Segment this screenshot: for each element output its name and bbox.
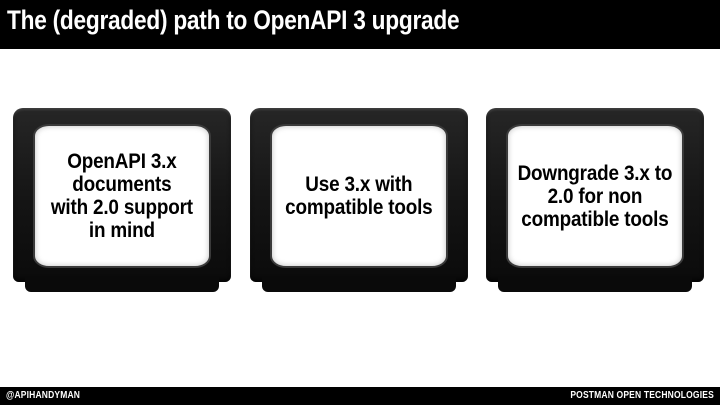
tv-base (498, 276, 692, 292)
footer-bar: @APIHANDYMAN POSTMAN OPEN TECHNOLOGIES (0, 387, 720, 405)
tv-text-line: 2.0 for non (547, 184, 643, 208)
tv-screen-text: Use 3.x with compatible tools (285, 173, 432, 219)
tv-text-line: compatible tools (285, 196, 433, 219)
tv-text-line: in mind (89, 219, 155, 242)
tv-screen-text: OpenAPI 3.x documents with 2.0 support i… (51, 150, 193, 242)
tv-base (25, 276, 219, 292)
tv-card-2: Use 3.x with compatible tools (250, 108, 468, 292)
tv-text-line: Downgrade 3.x to (517, 161, 673, 185)
tv-base (262, 276, 456, 292)
tv-text-line: OpenAPI 3.x (67, 150, 177, 173)
tv-screen-text: Downgrade 3.x to 2.0 for non compatible … (518, 162, 673, 231)
tv-card-3: Downgrade 3.x to 2.0 for non compatible … (486, 108, 704, 292)
tv-text-line: compatible tools (521, 207, 669, 231)
tv-text-line: documents (72, 173, 172, 196)
tv-card-1: OpenAPI 3.x documents with 2.0 support i… (13, 108, 231, 292)
title-bar: The (degraded) path to OpenAPI 3 upgrade (0, 0, 720, 49)
tv-screen: OpenAPI 3.x documents with 2.0 support i… (35, 126, 209, 266)
footer-handle: @APIHANDYMAN (6, 390, 81, 401)
tv-screen: Use 3.x with compatible tools (272, 126, 446, 266)
tv-text-line: with 2.0 support (50, 196, 194, 219)
footer-brand: POSTMAN OPEN TECHNOLOGIES (570, 390, 714, 401)
tv-text-line: Use 3.x with (305, 173, 413, 196)
slide-title: The (degraded) path to OpenAPI 3 upgrade (7, 5, 460, 35)
tv-screen: Downgrade 3.x to 2.0 for non compatible … (508, 126, 682, 266)
